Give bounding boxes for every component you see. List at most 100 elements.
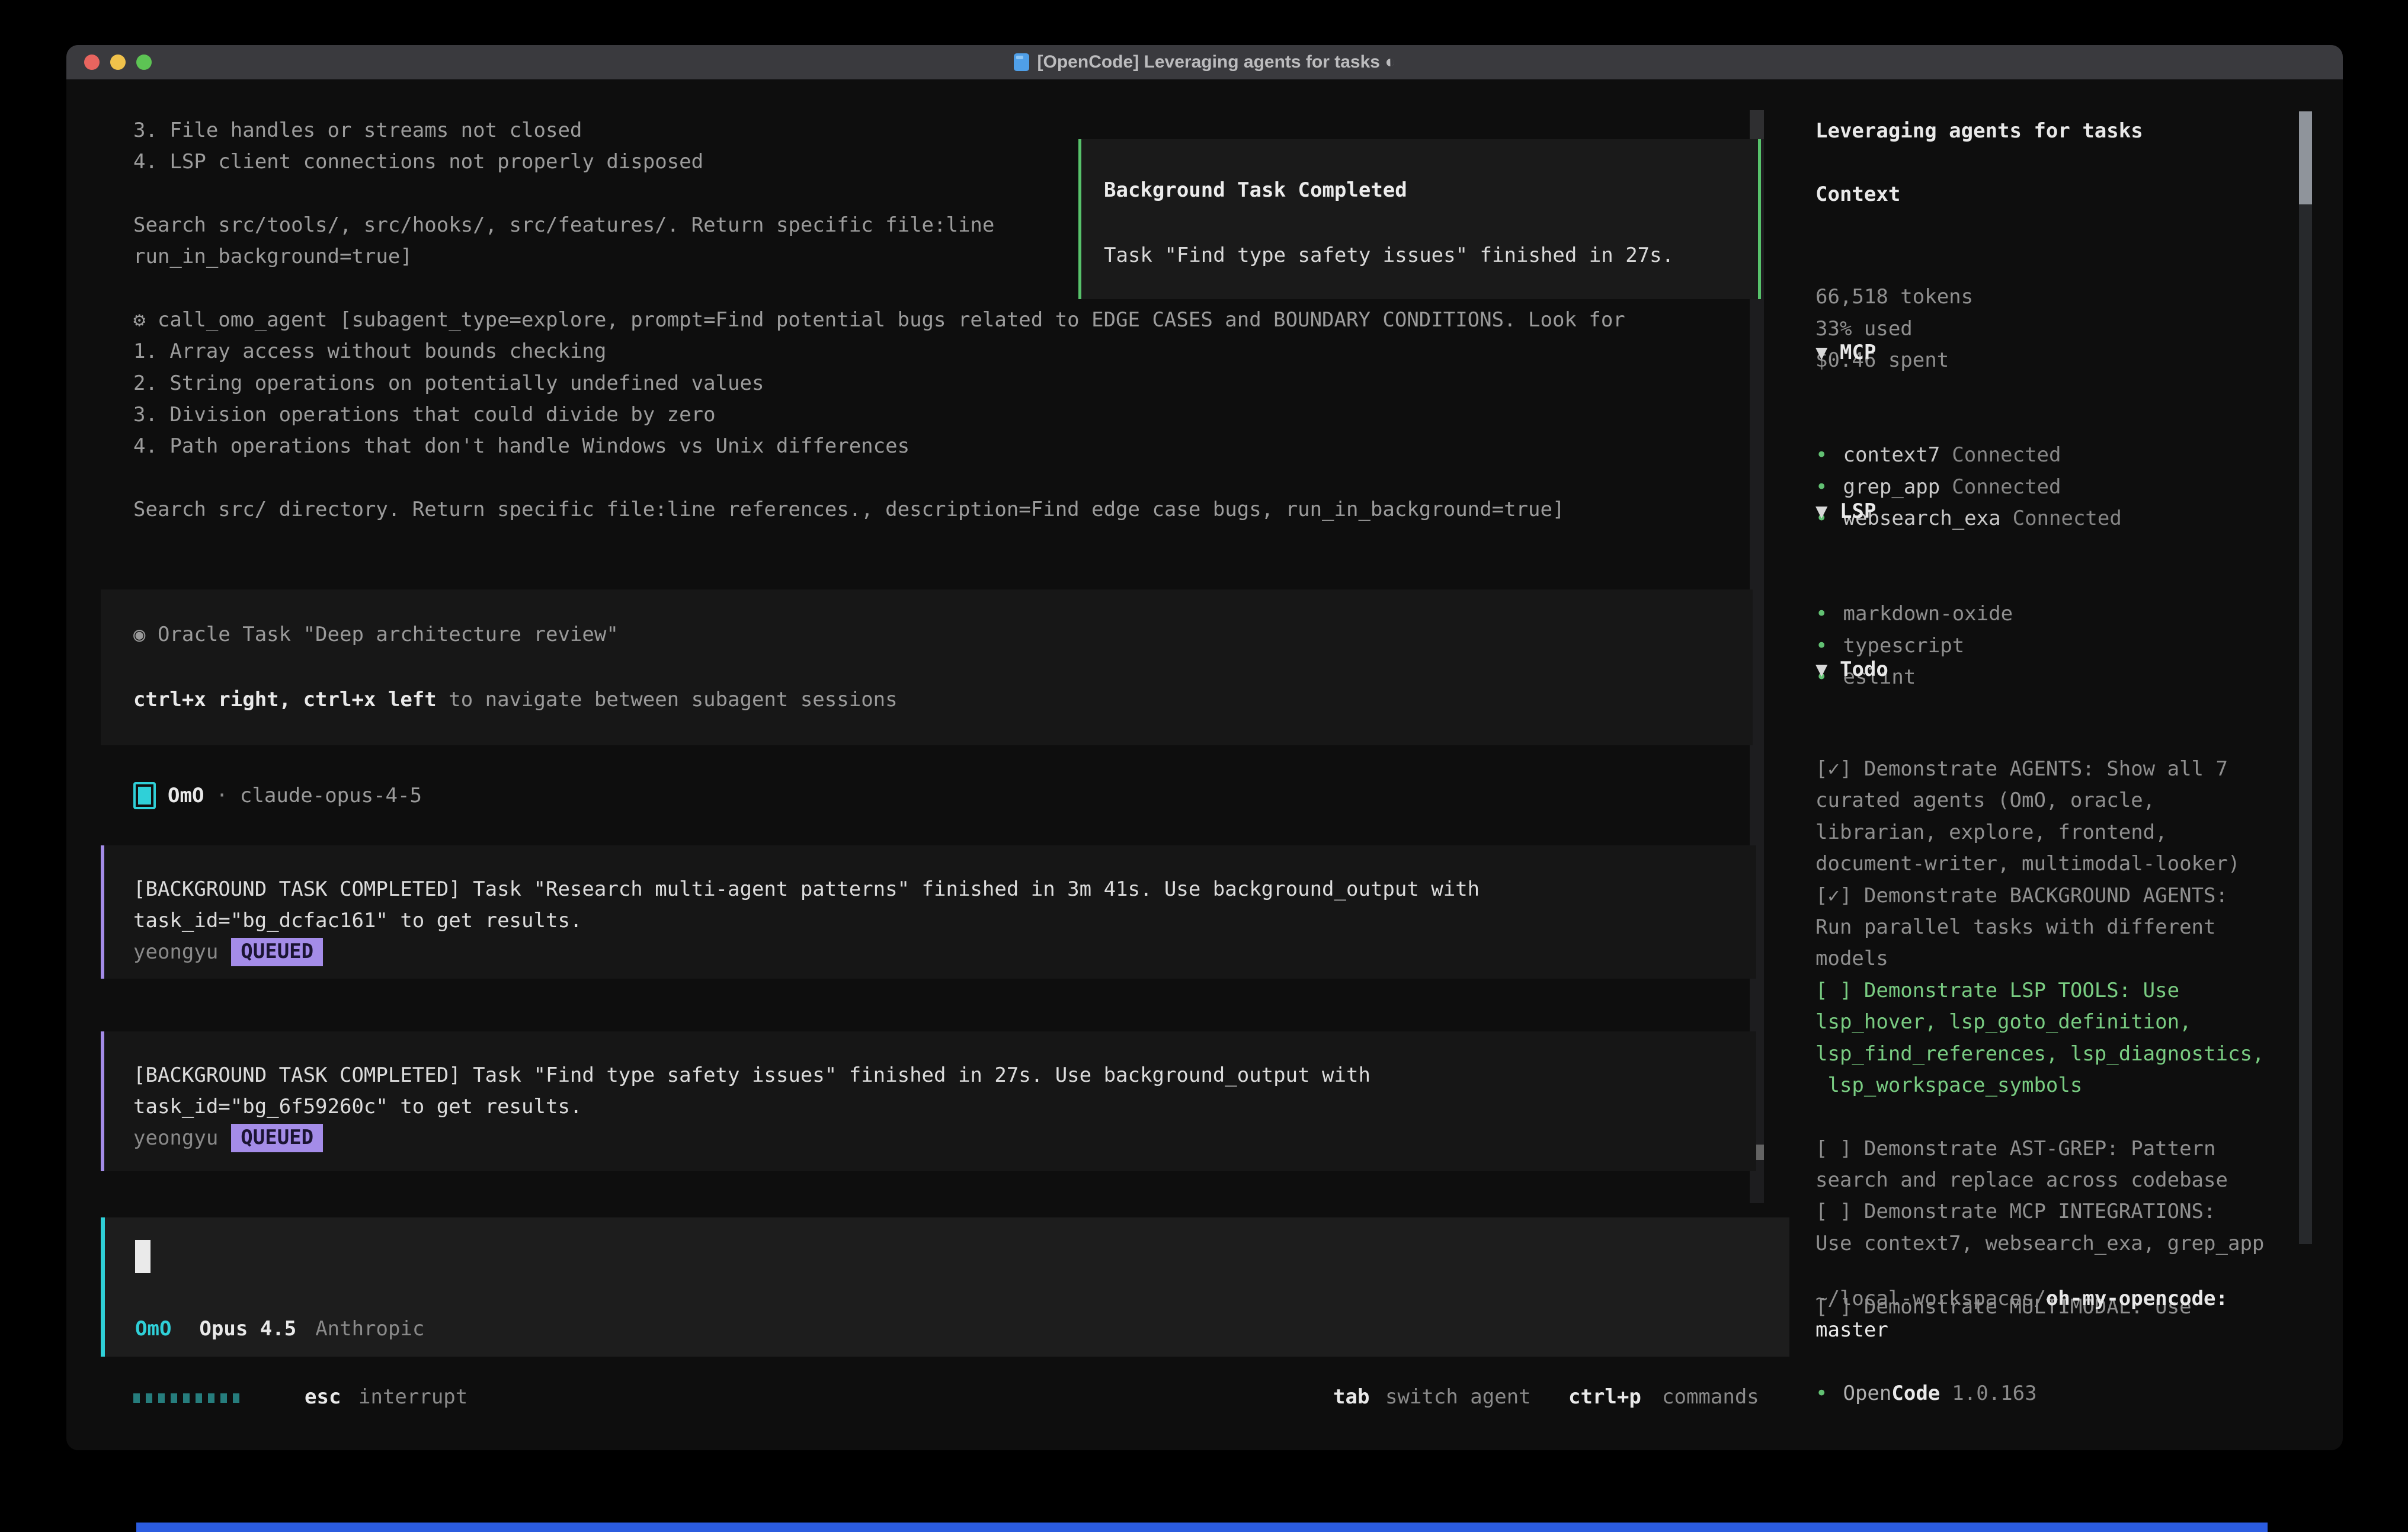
agent-model: claude-opus-4-5 (240, 784, 422, 807)
mcp-item: •context7Connected (1815, 443, 2122, 475)
sidebar-scrollbar-thumb[interactable] (2299, 111, 2312, 204)
todo-line: lsp_find_references, lsp_diagnostics, (1815, 1042, 2264, 1073)
maximize-button[interactable] (136, 55, 152, 70)
context-stat-line: 66,518 tokens (1815, 285, 1973, 317)
task-message-line2: task_id="bg_dcfac161" to get results. (133, 909, 582, 932)
window-titlebar[interactable]: [OpenCode] Leveraging agents for tasks ◐ (66, 45, 2343, 79)
todo-line: Run parallel tasks with different (1815, 915, 2264, 947)
status-dot-icon: • (1815, 1382, 1827, 1405)
window-title-group: [OpenCode] Leveraging agents for tasks ◐ (1014, 52, 1396, 72)
terminal-line: Search src/ directory. Return specific f… (133, 498, 1760, 529)
session-title: Leveraging agents for tasks (1815, 119, 2143, 143)
todo-line: lsp_hover, lsp_goto_definition, (1815, 1010, 2264, 1041)
spinner-dot (158, 1393, 165, 1403)
working-spinner-icon (133, 1393, 239, 1403)
todo-list: [✓] Demonstrate AGENTS: Show all 7curate… (1815, 686, 2264, 1326)
terminal-line: 4. Path operations that don't handle Win… (133, 434, 1760, 466)
spinner-dot (208, 1393, 214, 1403)
separator-dot: · (216, 784, 228, 807)
todo-line: models (1815, 947, 2264, 978)
todo-line: document-writer, multimodal-looker) (1815, 852, 2264, 883)
task-message-line1: [BACKGROUND TASK COMPLETED] Task "Find t… (133, 1063, 1370, 1087)
window-title: [OpenCode] Leveraging agents for tasks ◐ (1038, 52, 1396, 72)
queued-badge: QUEUED (231, 938, 323, 966)
main-scrollbar-segment[interactable] (1750, 110, 1764, 139)
todo-line: curated agents (OmO, oracle, (1815, 789, 2264, 820)
document-icon (1014, 53, 1029, 71)
ctrlp-key-hint: ctrl+p (1568, 1385, 1641, 1409)
background-task-message: [BACKGROUND TASK COMPLETED] Task "Resear… (101, 845, 1756, 979)
status-dot-icon: • (1815, 475, 1827, 499)
todo-line: [✓] Demonstrate BACKGROUND AGENTS: (1815, 884, 2264, 915)
minimize-button[interactable] (110, 55, 126, 70)
sidebar-scrollbar-track[interactable] (2299, 111, 2312, 1244)
queued-badge: QUEUED (231, 1124, 323, 1152)
esc-key-hint: esc (305, 1385, 341, 1409)
terminal-line: 1. Array access without bounds checking (133, 339, 1760, 371)
task-message-line1: [BACKGROUND TASK COMPLETED] Task "Resear… (133, 877, 1480, 901)
active-model-label: Opus 4.5 (199, 1317, 296, 1341)
todo-line: search and replace across codebase (1815, 1168, 2264, 1200)
terminal-line: 2. String operations on potentially unde… (133, 371, 1760, 403)
status-dot-icon: • (1815, 634, 1827, 658)
spinner-dot (171, 1393, 177, 1403)
text-cursor (135, 1240, 150, 1273)
lsp-section-header[interactable]: ▼ LSP (1815, 499, 1876, 523)
todo-line: [ ] Demonstrate LSP TOOLS: Use (1815, 979, 2264, 1010)
agent-name: OmO (168, 784, 204, 807)
model-row: OmO Opus 4.5 Anthropic (135, 1317, 424, 1341)
spinner-dot (133, 1393, 140, 1403)
todo-line (1815, 1105, 2264, 1136)
spinner-dot (146, 1393, 152, 1403)
spinner-dot (233, 1393, 239, 1403)
tab-key-label: switch agent (1385, 1385, 1531, 1409)
task-user: yeongyu (133, 940, 218, 964)
spinner-dot (220, 1393, 227, 1403)
workspace-path: ~/local-workspaces/oh-my-opencode: (1815, 1287, 2228, 1310)
todo-line: [ ] Demonstrate AST-GREP: Pattern (1815, 1137, 2264, 1168)
background-task-toast[interactable]: Background Task Completed Task "Find typ… (1078, 139, 1761, 299)
oracle-task-box[interactable]: ◉ Oracle Task "Deep architecture review"… (101, 589, 1753, 745)
spinner-dot (196, 1393, 202, 1403)
background-task-message: [BACKGROUND TASK COMPLETED] Task "Find t… (101, 1031, 1756, 1171)
spinner-dot (183, 1393, 190, 1403)
shortcut-description: to navigate between subagent sessions (437, 688, 898, 711)
status-dot-icon: • (1815, 443, 1827, 467)
terminal-line: ⚙ call_omo_agent [subagent_type=explore,… (133, 308, 1760, 339)
status-dot-icon: • (1815, 602, 1827, 626)
todo-section-header[interactable]: ▼ Todo (1815, 658, 1888, 681)
task-user: yeongyu (133, 1126, 218, 1150)
task-message-meta: yeongyu QUEUED (133, 938, 323, 966)
oracle-task-title: ◉ Oracle Task "Deep architecture review" (133, 623, 619, 646)
todo-line: Use context7, websearch_exa, grep_app (1815, 1232, 2264, 1263)
task-message-line2: task_id="bg_6f59260c" to get results. (133, 1095, 582, 1118)
close-button[interactable] (84, 55, 100, 70)
terminal-window: [OpenCode] Leveraging agents for tasks ◐… (66, 45, 2343, 1450)
oracle-task-hint: ctrl+x right, ctrl+x left to navigate be… (133, 688, 898, 711)
agent-checkbox-icon (133, 782, 156, 809)
active-agent-label: OmO (135, 1317, 171, 1341)
task-message-meta: yeongyu QUEUED (133, 1124, 323, 1152)
provider-label: Anthropic (315, 1317, 424, 1341)
chevron-down-icon: ▼ (1815, 341, 1827, 364)
mcp-section-header[interactable]: ▼ MCP (1815, 341, 1876, 364)
chevron-down-icon: ▼ (1815, 658, 1827, 681)
version-line: •OpenCode1.0.163 (1815, 1382, 2037, 1405)
status-bar: esc interrupt tab switch agent ctrl+p co… (133, 1385, 1786, 1411)
prompt-input[interactable]: OmO Opus 4.5 Anthropic (101, 1217, 1789, 1357)
todo-line: [✓] Demonstrate AGENTS: Show all 7 (1815, 757, 2264, 789)
todo-line: [ ] Demonstrate MCP INTEGRATIONS: (1815, 1200, 2264, 1231)
tab-key-hint: tab (1333, 1385, 1369, 1409)
toast-title: Background Task Completed (1104, 178, 1407, 202)
chevron-down-icon: ▼ (1815, 499, 1827, 523)
esc-key-label: interrupt (358, 1385, 467, 1409)
toast-body: Task "Find type safety issues" finished … (1104, 243, 1674, 267)
todo-line: librarian, explore, frontend, (1815, 821, 2264, 852)
todo-line: lsp_workspace_symbols (1815, 1073, 2264, 1105)
terminal-line: 3. Division operations that could divide… (133, 403, 1760, 434)
shortcut-keys: ctrl+x right, ctrl+x left (133, 688, 437, 711)
workspace-branch: master (1815, 1318, 1888, 1342)
ctrlp-key-label: commands (1662, 1385, 1759, 1409)
terminal-line (133, 466, 1760, 498)
agent-header: OmO · claude-opus-4-5 (133, 781, 422, 810)
